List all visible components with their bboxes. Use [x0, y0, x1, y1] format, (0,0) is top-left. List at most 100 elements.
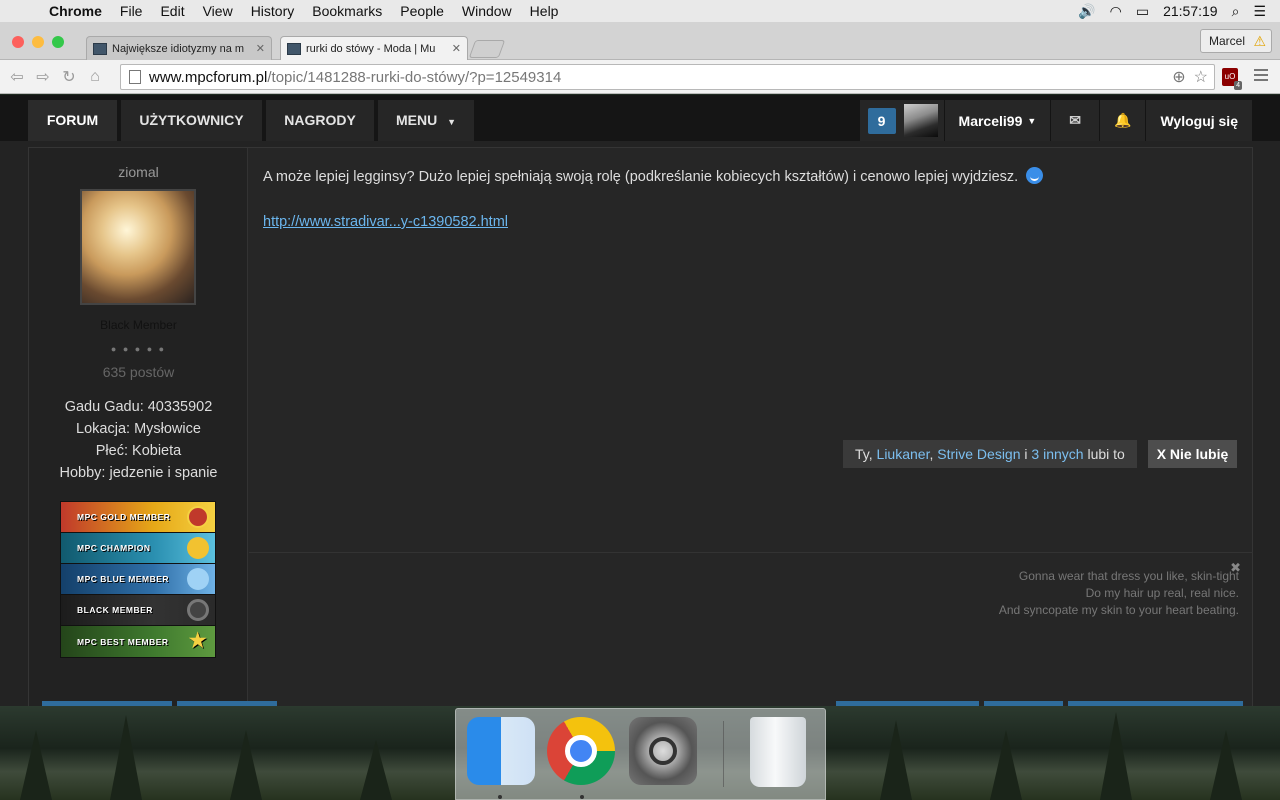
user-avatar[interactable] [903, 104, 938, 137]
forward-icon[interactable]: ⇨ [30, 67, 56, 87]
system-preferences-icon[interactable] [629, 717, 697, 785]
menu-chrome[interactable]: Chrome [40, 0, 111, 22]
clock[interactable]: 21:57:19 [1163, 3, 1218, 19]
like-others-link[interactable]: 3 innych [1031, 446, 1083, 462]
battery-icon[interactable]: ▭ [1136, 3, 1149, 20]
rank-pips: ● ● ● ● ● [110, 344, 167, 354]
zoom-icon[interactable]: ⊕ [1172, 67, 1185, 87]
chrome-menu-icon[interactable] [1254, 69, 1268, 84]
ribbon-champion[interactable]: MPC CHAMPION [61, 533, 215, 564]
mpc-favicon-icon [287, 42, 301, 55]
award-ribbons: MPC GOLD MEMBER MPC CHAMPION MPC BLUE ME… [60, 501, 216, 658]
field-gadu-gadu: Gadu Gadu: 40335902 [64, 399, 213, 415]
logout-link[interactable]: Wyloguj się [1145, 100, 1252, 141]
globe-icon [187, 568, 209, 590]
star-icon [187, 506, 209, 528]
extension-badge: 4 [1234, 81, 1242, 90]
ribbon-blue-member[interactable]: MPC BLUE MEMBER [61, 564, 215, 595]
user-menu[interactable]: Marceli99 ▼ [943, 100, 1051, 141]
likes-bar: Ty, Liukaner, Strive Design i 3 innych l… [843, 440, 1137, 468]
nav-menu[interactable]: MENU ▼ [378, 100, 474, 141]
running-indicator [580, 795, 584, 799]
page-icon [129, 70, 141, 84]
tab-close-icon[interactable]: ✕ [256, 42, 265, 55]
likes-mid: i [1020, 446, 1032, 462]
messages-icon[interactable]: ✉ [1050, 100, 1099, 141]
menu-view[interactable]: View [194, 0, 242, 22]
ublock-extension-icon[interactable]: uO 4 [1222, 68, 1242, 90]
signature-line: Do my hair up real, real nice. [1085, 586, 1239, 600]
reload-icon[interactable]: ↻ [56, 67, 82, 87]
address-bar[interactable]: www.mpcforum.pl /topic/1481288-rurki-do-… [120, 64, 1215, 90]
author-avatar[interactable] [80, 189, 196, 305]
menu-history[interactable]: History [242, 0, 304, 22]
close-window-icon[interactable] [12, 36, 24, 48]
wallpaper-tree [230, 730, 262, 800]
dock-separator [723, 721, 724, 787]
chrome-icon[interactable] [547, 717, 615, 785]
like-user-link[interactable]: Liukaner [877, 446, 930, 462]
finder-icon[interactable] [467, 717, 535, 785]
back-icon[interactable]: ⇦ [4, 67, 30, 87]
browser-tab[interactable]: Największe idiotyzmy na m ✕ [86, 36, 272, 60]
bell-icon[interactable]: 🔔 [1099, 100, 1145, 141]
tab-close-icon[interactable]: ✕ [452, 42, 461, 55]
ribbon-label: MPC CHAMPION [77, 543, 151, 553]
author-panel: ziomal Black Member ● ● ● ● ● 635 postów… [29, 148, 248, 706]
signature-divider [249, 552, 1253, 553]
author-name[interactable]: ziomal [29, 164, 248, 180]
nav-awards[interactable]: NAGRODY [266, 100, 374, 141]
ribbon-label: MPC BEST MEMBER [77, 636, 169, 647]
home-icon[interactable]: ⌂ [82, 68, 108, 86]
bookmark-star-icon[interactable]: ☆ [1194, 67, 1208, 87]
menu-bookmarks[interactable]: Bookmarks [303, 0, 391, 22]
signature-line: Gonna wear that dress you like, skin-tig… [1018, 569, 1239, 583]
author-rank: Black Member [100, 318, 177, 332]
wallpaper-tree [990, 730, 1022, 800]
menu-edit[interactable]: Edit [151, 0, 193, 22]
macos-menubar: Chrome File Edit View History Bookmarks … [0, 0, 1280, 22]
browser-toolbar: ⇦ ⇨ ↻ ⌂ www.mpcforum.pl /topic/1481288-r… [0, 60, 1280, 94]
wifi-icon[interactable]: ◠ [1110, 3, 1122, 20]
wallpaper-tree [360, 740, 392, 800]
nav-menu-label: MENU [395, 112, 438, 128]
minimize-window-icon[interactable] [32, 36, 44, 48]
post-body: A może lepiej legginsy? Dużo lepiej speł… [263, 167, 1044, 185]
menu-people[interactable]: People [391, 0, 453, 22]
zoom-window-icon[interactable] [52, 36, 64, 48]
forum-post: ziomal Black Member ● ● ● ● ● 635 postów… [28, 147, 1253, 706]
post-link[interactable]: http://www.stradivar...y-c1390582.html [263, 214, 508, 230]
post-text: A może lepiej legginsy? Dużo lepiej speł… [263, 169, 1019, 185]
username: Marceli99 [958, 112, 1023, 129]
new-tab-button[interactable] [468, 40, 506, 58]
ribbon-label: MPC GOLD MEMBER [77, 512, 171, 522]
browser-tab-active[interactable]: rurki do stówy - Moda | Mu ✕ [280, 36, 468, 60]
signature: Gonna wear that dress you like, skin-tig… [999, 568, 1239, 619]
profile-name: Marcel [1208, 34, 1245, 48]
ribbon-best-member[interactable]: MPC BEST MEMBER ★ [61, 626, 215, 657]
likes-suffix: lubi to [1083, 446, 1125, 462]
wallpaper-tree [110, 715, 142, 800]
like-user-link[interactable]: Strive Design [937, 446, 1020, 462]
trash-icon[interactable] [750, 717, 806, 787]
mpc-favicon-icon [93, 42, 107, 55]
nav-users[interactable]: UŻYTKOWNICY [121, 100, 262, 141]
menu-file[interactable]: File [111, 0, 152, 22]
menu-window[interactable]: Window [453, 0, 521, 22]
volume-icon[interactable]: 🔊 [1078, 3, 1095, 20]
chevron-down-icon: ▼ [1027, 115, 1037, 126]
profile-button[interactable]: Marcel ⚠ [1199, 29, 1272, 53]
nav-forum[interactable]: FORUM [28, 100, 117, 141]
wallpaper-tree [1210, 730, 1242, 800]
tab-label: rurki do stówy - Moda | Mu [306, 42, 436, 55]
spotlight-icon[interactable]: ⌕ [1232, 3, 1240, 20]
forum-page: FORUM UŻYTKOWNICY NAGRODY MENU ▼ 9 Marce… [0, 95, 1280, 706]
ribbon-black-member[interactable]: BLACK MEMBER [61, 595, 215, 626]
url-path: /topic/1481288-rurki-do-stówy/?p=1254931… [267, 68, 562, 86]
notification-center-icon[interactable]: ☰ [1253, 3, 1266, 20]
wallpaper-tree [880, 720, 912, 800]
menu-help[interactable]: Help [521, 0, 568, 22]
unlike-button[interactable]: X Nie lubię [1148, 440, 1237, 468]
notifications-count[interactable]: 9 [860, 100, 944, 141]
ribbon-gold-member[interactable]: MPC GOLD MEMBER [61, 502, 215, 533]
